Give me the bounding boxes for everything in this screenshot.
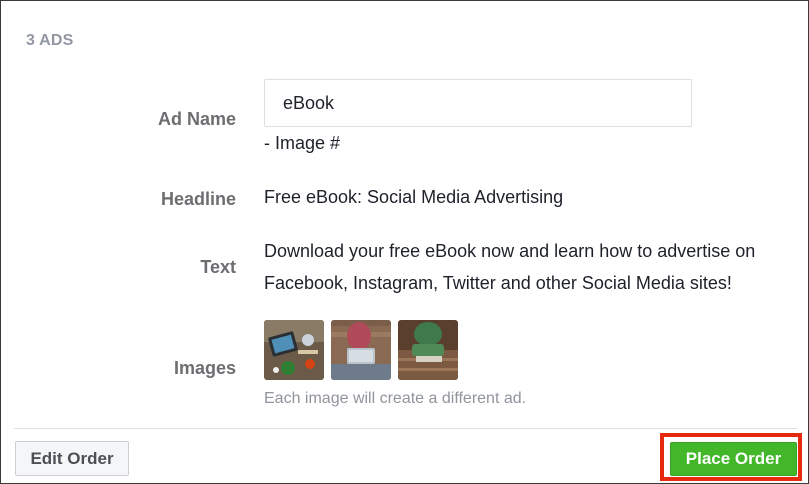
thumbnail-image-3[interactable] [398,320,458,380]
thumbnail-image-2[interactable] [331,320,391,380]
text-value: Download your free eBook now and learn h… [264,241,756,293]
thumbnail-image-1[interactable] [264,320,324,380]
headline-value: Free eBook: Social Media Advertising [264,187,564,207]
ad-name-input[interactable] [264,79,692,127]
headline-label: Headline [160,189,236,209]
place-order-button[interactable]: Place Order [670,442,797,476]
images-label: Images [173,358,236,378]
images-hint: Each image will create a different ad. [264,390,527,407]
ad-name-suffix: - Image # [264,133,341,153]
text-label: Text [200,257,236,277]
ad-name-label: Ad Name [157,109,236,129]
image-thumbnails [264,320,458,380]
edit-order-button[interactable]: Edit Order [15,441,129,476]
order-review-panel: 3 ADS Ad Name - Image # Headline Free eB… [0,0,809,484]
section-title: 3 ADS [26,32,74,49]
footer-divider [14,428,797,429]
